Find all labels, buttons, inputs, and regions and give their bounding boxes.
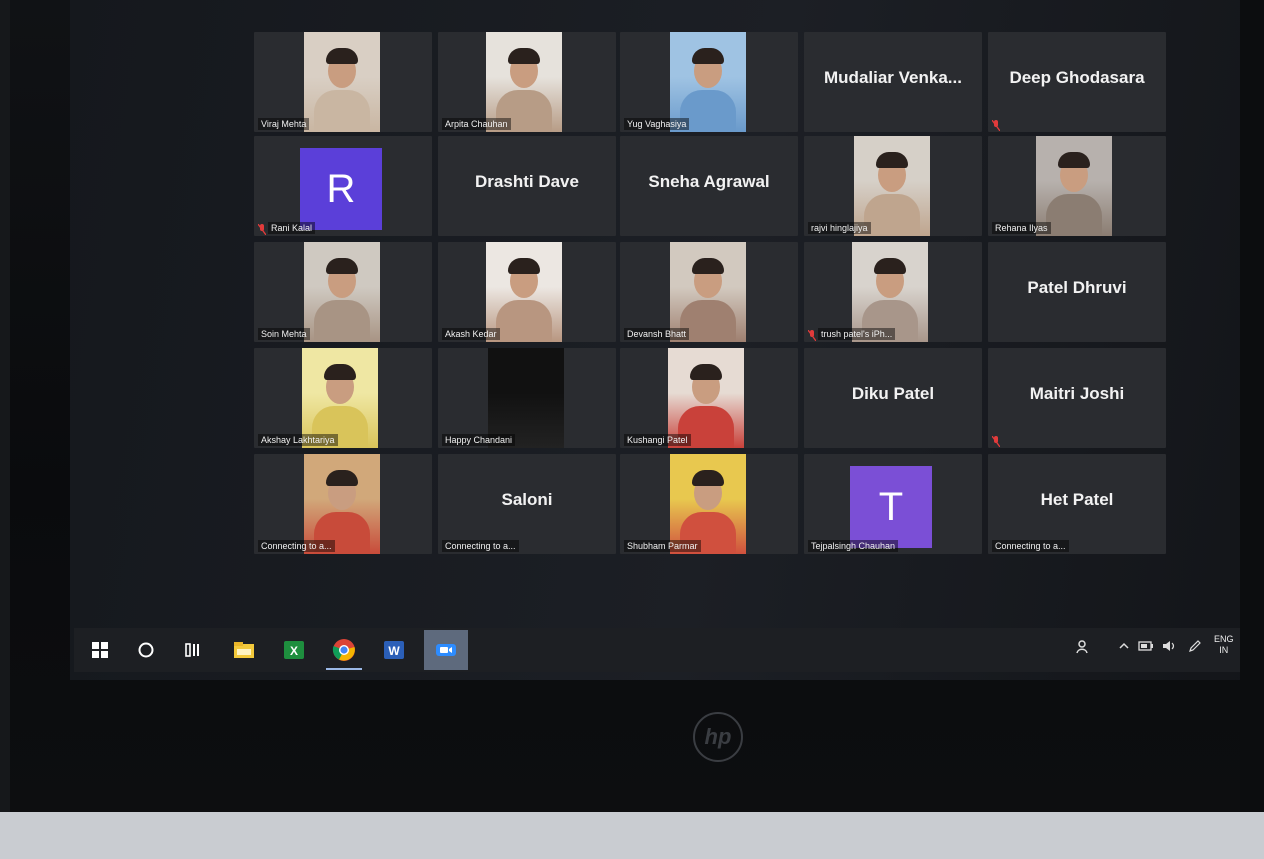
participant-name: Drashti Dave [475,172,579,191]
participant-name-label: Viraj Mehta [258,118,310,130]
participant-name: Deep Ghodasara [1009,68,1145,87]
cortana-icon[interactable] [134,638,158,662]
participant-name-label: Kushangi Patel [624,434,691,446]
participant-tile[interactable]: Sneha Agrawal [620,136,798,236]
participant-tile[interactable]: Patel Dhruvi [988,242,1166,342]
participant-tile[interactable]: rajvi hinglajiya [804,136,982,236]
participant-name-label: Happy Chandani [442,434,516,446]
participant-video [486,242,562,342]
participant-name-label: trush patel's iPh... [818,328,896,340]
participant-name-label: Rehana Ilyas [992,222,1051,234]
participant-video [852,242,928,342]
participant-tile[interactable]: trush patel's iPh... [804,242,982,342]
participant-name: Patel Dhruvi [1027,278,1127,297]
participant-tile[interactable]: Kushangi Patel [620,348,798,448]
participant-video [854,136,930,236]
chevron-up-icon[interactable] [1118,639,1130,655]
zoom-icon[interactable] [424,630,468,670]
language-indicator[interactable]: ENG IN [1214,634,1234,656]
people-icon[interactable] [1076,639,1092,658]
participant-tile[interactable]: Rehana Ilyas [988,136,1166,236]
participant-name-label: Akash Kedar [442,328,500,340]
participant-name-label: Devansh Bhatt [624,328,690,340]
muted-mic-icon [807,328,817,342]
participant-name-label: Soin Mehta [258,328,310,340]
participant-tile[interactable]: Akash Kedar [438,242,616,342]
participant-tile[interactable]: Akshay Lakhtariya [254,348,432,448]
participant-tile[interactable]: Shubham Parmar [620,454,798,554]
chrome-icon[interactable] [332,638,356,662]
participant-name-label: Rani Kalal [268,222,316,234]
participant-name: Maitri Joshi [1029,384,1125,403]
desk-surface [0,812,1264,859]
participant-video [1036,136,1112,236]
participant-name: Mudaliar Venka... [824,68,962,87]
participant-video [302,348,378,448]
participant-name-label: rajvi hinglajiya [808,222,871,234]
participant-name-label: Connecting to a... [258,540,335,552]
participant-tile[interactable]: Viraj Mehta [254,32,432,132]
zoom-gallery-view: Viraj Mehta Arpita Chauhan Yug Vaghasiya Mu… [254,24,1182,564]
participant-tile[interactable]: Connecting to a... [254,454,432,554]
svg-text:X: X [290,644,298,658]
participant-video [304,242,380,342]
start-icon[interactable] [88,638,112,662]
participant-name-label: Arpita Chauhan [442,118,511,130]
participant-tile[interactable]: Diku Patel [804,348,982,448]
muted-mic-icon [991,118,1001,132]
participant-video [670,32,746,132]
participant-video [488,348,564,448]
windows-taskbar: X W ENG IN [74,628,1264,672]
file-explorer-icon[interactable] [232,638,256,662]
muted-mic-icon [257,222,267,236]
battery-icon[interactable] [1138,639,1154,655]
participant-tile[interactable]: Saloni Connecting to a... [438,454,616,554]
participant-name-label: Yug Vaghasiya [624,118,690,130]
participant-tile[interactable]: Soin Mehta [254,242,432,342]
participant-video [670,454,746,554]
participant-avatar: R [300,148,382,230]
word-icon[interactable]: W [382,638,406,662]
participant-tile[interactable]: Het Patel Connecting to a... [988,454,1166,554]
connection-status: Connecting to a... [992,540,1069,552]
participant-tile[interactable]: Deep Ghodasara [988,32,1166,132]
participant-tile[interactable]: Yug Vaghasiya [620,32,798,132]
task-view-icon[interactable] [181,638,205,662]
excel-icon[interactable]: X [282,638,306,662]
participant-video [304,32,380,132]
pen-icon[interactable] [1188,639,1202,656]
volume-icon[interactable] [1162,639,1178,655]
participant-tile[interactable]: Maitri Joshi [988,348,1166,448]
bezel-right-edge [1240,0,1264,812]
participant-video [670,242,746,342]
participant-tile[interactable]: T Tejpalsingh Chauhan [804,454,982,554]
participant-video [486,32,562,132]
participant-tile[interactable]: Arpita Chauhan [438,32,616,132]
participant-video [304,454,380,554]
muted-mic-icon [991,434,1001,448]
hp-logo: hp [693,712,743,762]
participant-avatar: T [850,466,932,548]
bezel-left-edge [0,0,10,812]
connection-status: Connecting to a... [442,540,519,552]
participant-name: Het Patel [1040,490,1114,509]
participant-name: Diku Patel [851,384,935,403]
participant-name-label: Akshay Lakhtariya [258,434,338,446]
participant-video [668,348,744,448]
participant-tile[interactable]: R Rani Kalal [254,136,432,236]
participant-name: Sneha Agrawal [648,172,770,191]
participant-tile[interactable]: Mudaliar Venka... [804,32,982,132]
participant-tile[interactable]: Devansh Bhatt [620,242,798,342]
participant-name-label: Tejpalsingh Chauhan [808,540,899,552]
participant-name-label: Shubham Parmar [624,540,701,552]
participant-tile[interactable]: Drashti Dave [438,136,616,236]
svg-text:W: W [388,644,400,658]
participant-tile[interactable]: Happy Chandani [438,348,616,448]
participant-name: Saloni [501,490,553,509]
